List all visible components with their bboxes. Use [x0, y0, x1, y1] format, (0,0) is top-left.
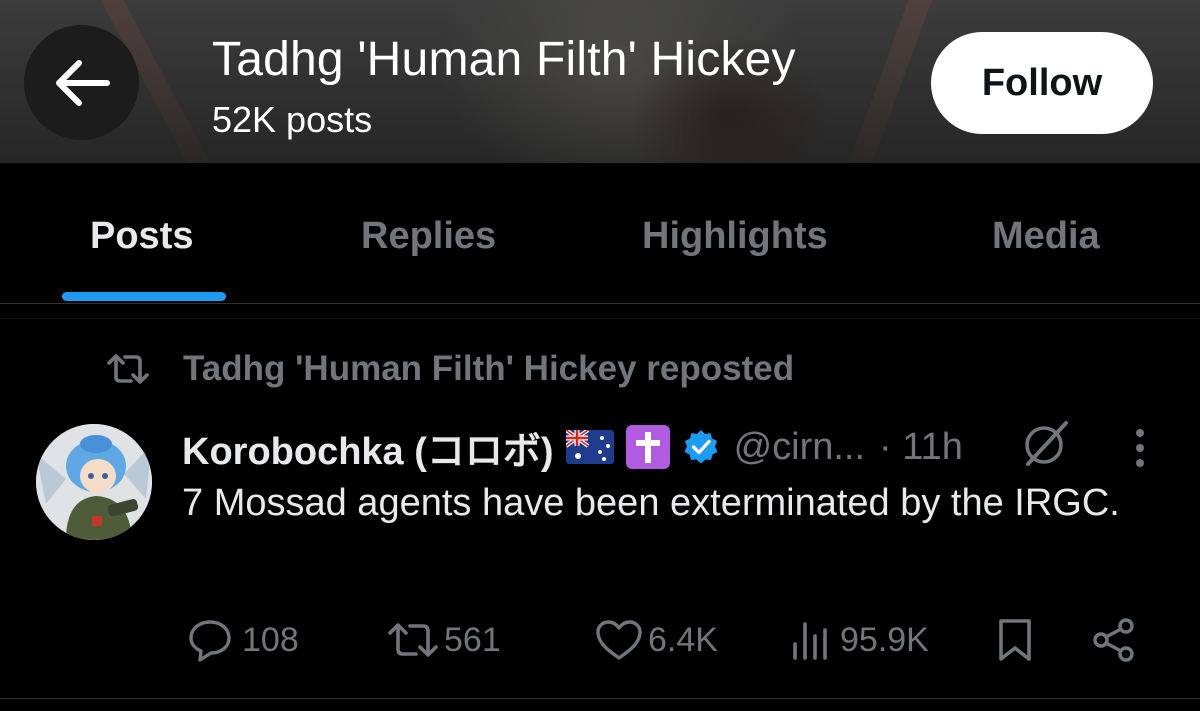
australia-flag-icon [565, 430, 614, 464]
verified-badge-icon [684, 430, 718, 464]
avatar[interactable] [36, 424, 152, 540]
back-arrow-icon [55, 59, 110, 106]
latin-cross-icon [625, 425, 670, 469]
profile-tabs: Posts Replies Highlights Media [0, 163, 1200, 304]
bookmark-button[interactable] [996, 610, 1034, 670]
divider [0, 318, 1200, 319]
divider [0, 698, 1200, 699]
share-button[interactable] [1090, 610, 1138, 670]
post-text: 7 Mossad agents have been exterminated b… [182, 482, 1120, 524]
post-meta: Korobochka (コロボ) @cirn... · 11h [182, 420, 963, 474]
tab-media[interactable]: Media [992, 213, 1100, 259]
bookmark-icon [999, 619, 1031, 661]
like-icon [596, 620, 642, 660]
reply-button[interactable]: 108 [186, 610, 299, 670]
repost-label: Tadhg 'Human Filth' Hickey reposted [183, 349, 795, 388]
repost-context[interactable]: Tadhg 'Human Filth' Hickey reposted [105, 346, 794, 392]
like-button[interactable]: 6.4K [594, 610, 718, 670]
profile-header: Tadhg 'Human Filth' Hickey 52K posts Fol… [0, 0, 1200, 163]
profile-name: Tadhg 'Human Filth' Hickey [212, 33, 796, 86]
repost-button[interactable]: 561 [386, 610, 501, 670]
tab-replies[interactable]: Replies [361, 213, 496, 259]
views-button[interactable]: 95.9K [790, 610, 929, 670]
repost-icon [388, 623, 438, 657]
tab-highlights[interactable]: Highlights [642, 213, 828, 259]
post-time[interactable]: · 11h [879, 426, 963, 469]
post-count: 52K posts [212, 99, 373, 140]
views-icon [793, 622, 827, 660]
back-button[interactable] [24, 25, 139, 140]
like-count: 6.4K [648, 620, 718, 659]
author-handle[interactable]: @cirn... [734, 426, 865, 469]
grok-icon[interactable] [1020, 418, 1072, 468]
view-count: 95.9K [840, 620, 929, 659]
repost-icon [107, 354, 149, 384]
post-actions: 108 561 6.4K 95.9K [0, 610, 1200, 670]
avatar-image [36, 424, 152, 540]
active-tab-indicator [62, 292, 226, 301]
repost-count: 561 [444, 620, 501, 659]
header-banner-decoration [839, 0, 943, 163]
tab-posts[interactable]: Posts [90, 213, 193, 259]
reply-count: 108 [242, 620, 299, 659]
reply-icon [189, 620, 231, 662]
more-icon[interactable] [1132, 428, 1148, 468]
share-icon [1093, 618, 1134, 662]
follow-button[interactable]: Follow [931, 32, 1153, 134]
author-name[interactable]: Korobochka (コロボ) [182, 420, 554, 475]
